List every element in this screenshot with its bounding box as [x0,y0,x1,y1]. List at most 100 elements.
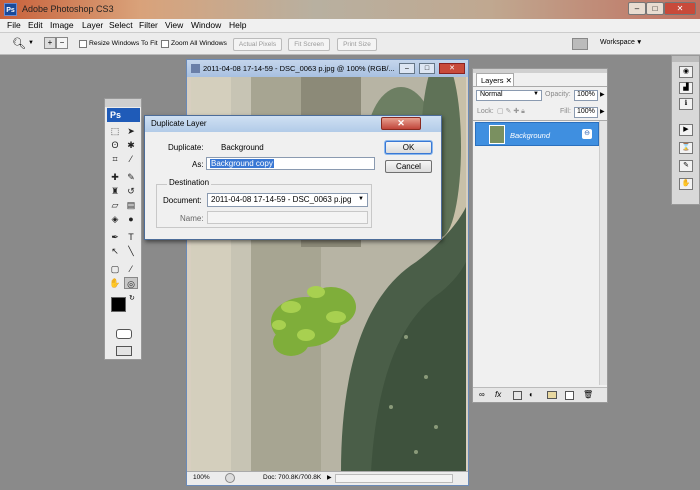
opacity-field[interactable]: 100% [574,90,598,101]
doc-close-button[interactable]: ✕ [439,63,465,74]
zoom-all-checkbox[interactable] [161,40,169,48]
document-select[interactable]: 2011-04-08 17-14-59 - DSC_0063 p.jpg ▼ [207,193,368,207]
menu-file[interactable]: File [7,20,21,30]
resize-windows-checkbox[interactable] [79,40,87,48]
tool-presets-icon[interactable]: ✋ [679,178,693,190]
quick-mask-icon[interactable] [116,329,132,339]
close-icon[interactable]: ✕ [506,76,512,85]
new-group-icon[interactable] [547,391,557,399]
link-layers-icon[interactable]: ∞ [479,390,485,399]
magic-wand-icon[interactable]: ✱ [124,139,138,151]
panel-toggle-icon[interactable] [572,38,588,50]
blend-mode-select[interactable]: Normal ▼ [476,90,542,101]
layer-style-icon[interactable]: fx [495,390,501,399]
layer-row-background[interactable]: Background ⊖ [475,122,599,146]
menu-view[interactable]: View [165,20,183,30]
eyedropper-icon[interactable]: ⁄ [124,263,138,275]
marquee-tool-icon[interactable]: ⬚ [108,125,122,137]
line-tool-icon[interactable]: ╲ [124,245,138,257]
menu-window[interactable]: Window [191,20,221,30]
toolbox-header[interactable] [105,99,141,107]
type-tool-icon[interactable]: T [124,231,138,243]
hand-tool-icon[interactable]: ✋ [108,277,122,289]
move-tool-icon[interactable]: ➤ [124,125,138,137]
histogram-icon[interactable]: ▟ [679,82,693,94]
adjustment-layer-icon[interactable]: ◐ [529,390,534,399]
eyedropper-icon[interactable]: ⁄ [124,153,138,165]
name-input[interactable] [207,211,368,224]
zoom-tool-icon[interactable]: 🔍︎ [12,37,26,50]
notes-tool-icon[interactable]: ▢ [108,263,122,275]
zoom-out-icon[interactable]: − [56,37,68,49]
actual-pixels-button[interactable]: Actual Pixels [233,38,282,51]
close-button[interactable]: ✕ [664,2,696,15]
duplicate-label: Duplicate: [168,143,204,152]
dialog-title-bar[interactable]: Duplicate Layer ✕ [145,116,441,132]
path-selection-icon[interactable]: ↖ [108,245,122,257]
navigator-icon[interactable]: ◉ [679,66,693,78]
zoom-tool-icon[interactable]: ◎ [124,277,138,289]
layers-scrollbar[interactable] [599,121,607,385]
minimize-button[interactable]: – [628,2,646,15]
workspace-menu[interactable]: Workspace [600,39,635,46]
foreground-color-swatch[interactable] [111,297,126,312]
resize-windows-label: Resize Windows To Fit [89,40,158,47]
history-brush-icon[interactable]: ↺ [124,185,138,197]
healing-brush-icon[interactable]: ✚ [108,171,122,183]
layer-mask-icon[interactable] [513,391,522,400]
blur-tool-icon[interactable]: ◈ [108,213,122,225]
crop-tool-icon[interactable]: ⌗ [108,153,122,165]
ok-button[interactable]: OK [385,141,432,154]
tab-layers[interactable]: Layers ✕ [476,73,514,86]
document-title-bar[interactable]: 2011-04-08 17-14-59 - DSC_0063 p.jpg @ 1… [187,60,468,77]
dialog-close-button[interactable]: ✕ [381,117,421,130]
print-size-button[interactable]: Print Size [337,38,377,51]
fill-slider-icon[interactable]: ▶ [600,108,605,115]
dodge-tool-icon[interactable]: ● [124,213,138,225]
actions-icon[interactable]: ▶ [679,124,693,136]
opacity-slider-icon[interactable]: ▶ [600,91,605,98]
doc-minimize-button[interactable]: – [399,63,415,74]
clone-stamp-icon[interactable]: ♜ [108,185,122,197]
new-layer-icon[interactable] [565,391,574,400]
tools-panel: Ps ⬚ ➤ ʘ ✱ ⌗ ⁄ ✚ ✎ ♜ ↺ ▱ ▤ ◈ ● ✒ T ↖ ╲ ▢… [104,98,142,360]
blend-mode-value: Normal [480,91,503,98]
chevron-down-icon[interactable]: ▼ [28,40,34,46]
history-icon[interactable]: ⌛ [679,142,693,154]
fill-label: Fill: [560,108,571,115]
status-arrow-icon[interactable]: ▶ [327,474,332,481]
lasso-tool-icon[interactable]: ʘ [108,139,122,151]
document-select-value: 2011-04-08 17-14-59 - DSC_0063 p.jpg [211,195,352,204]
options-bar: 🔍︎ ▼ + − Resize Windows To Fit Zoom All … [0,33,700,55]
zoom-level[interactable]: 100% [193,474,210,481]
menu-layer[interactable]: Layer [82,20,103,30]
horizontal-scrollbar[interactable] [335,474,453,483]
chevron-down-icon[interactable]: ▼ [636,39,642,46]
fill-field[interactable]: 100% [574,107,598,118]
screen-mode-icon[interactable] [116,346,132,356]
eraser-tool-icon[interactable]: ▱ [108,199,122,211]
gradient-tool-icon[interactable]: ▤ [124,199,138,211]
maximize-button[interactable]: □ [646,2,664,15]
photoshop-icon: Ps [4,3,17,16]
swap-colors-icon[interactable]: ↻ [129,294,135,302]
lock-icons[interactable]: ▢ ✎ ✚ 🔒︎ [497,107,525,116]
pen-tool-icon[interactable]: ✒ [108,231,122,243]
cancel-button[interactable]: Cancel [385,160,432,173]
brushes-icon[interactable]: ✎ [679,160,693,172]
info-icon[interactable]: ℹ [679,98,693,110]
doc-restore-button[interactable]: □ [419,63,435,74]
dock-grip[interactable] [672,56,699,62]
menu-edit[interactable]: Edit [28,20,43,30]
menu-filter[interactable]: Filter [139,20,158,30]
ps-logo: Ps [107,108,140,122]
menu-image[interactable]: Image [50,20,74,30]
status-menu-icon[interactable] [225,473,235,483]
delete-layer-icon[interactable]: 🗑︎ [583,390,593,399]
menu-select[interactable]: Select [109,20,133,30]
menu-help[interactable]: Help [229,20,246,30]
zoom-in-icon[interactable]: + [44,37,56,49]
brush-tool-icon[interactable]: ✎ [124,171,138,183]
as-input[interactable]: Background copy [206,157,375,170]
fit-screen-button[interactable]: Fit Screen [288,38,330,51]
